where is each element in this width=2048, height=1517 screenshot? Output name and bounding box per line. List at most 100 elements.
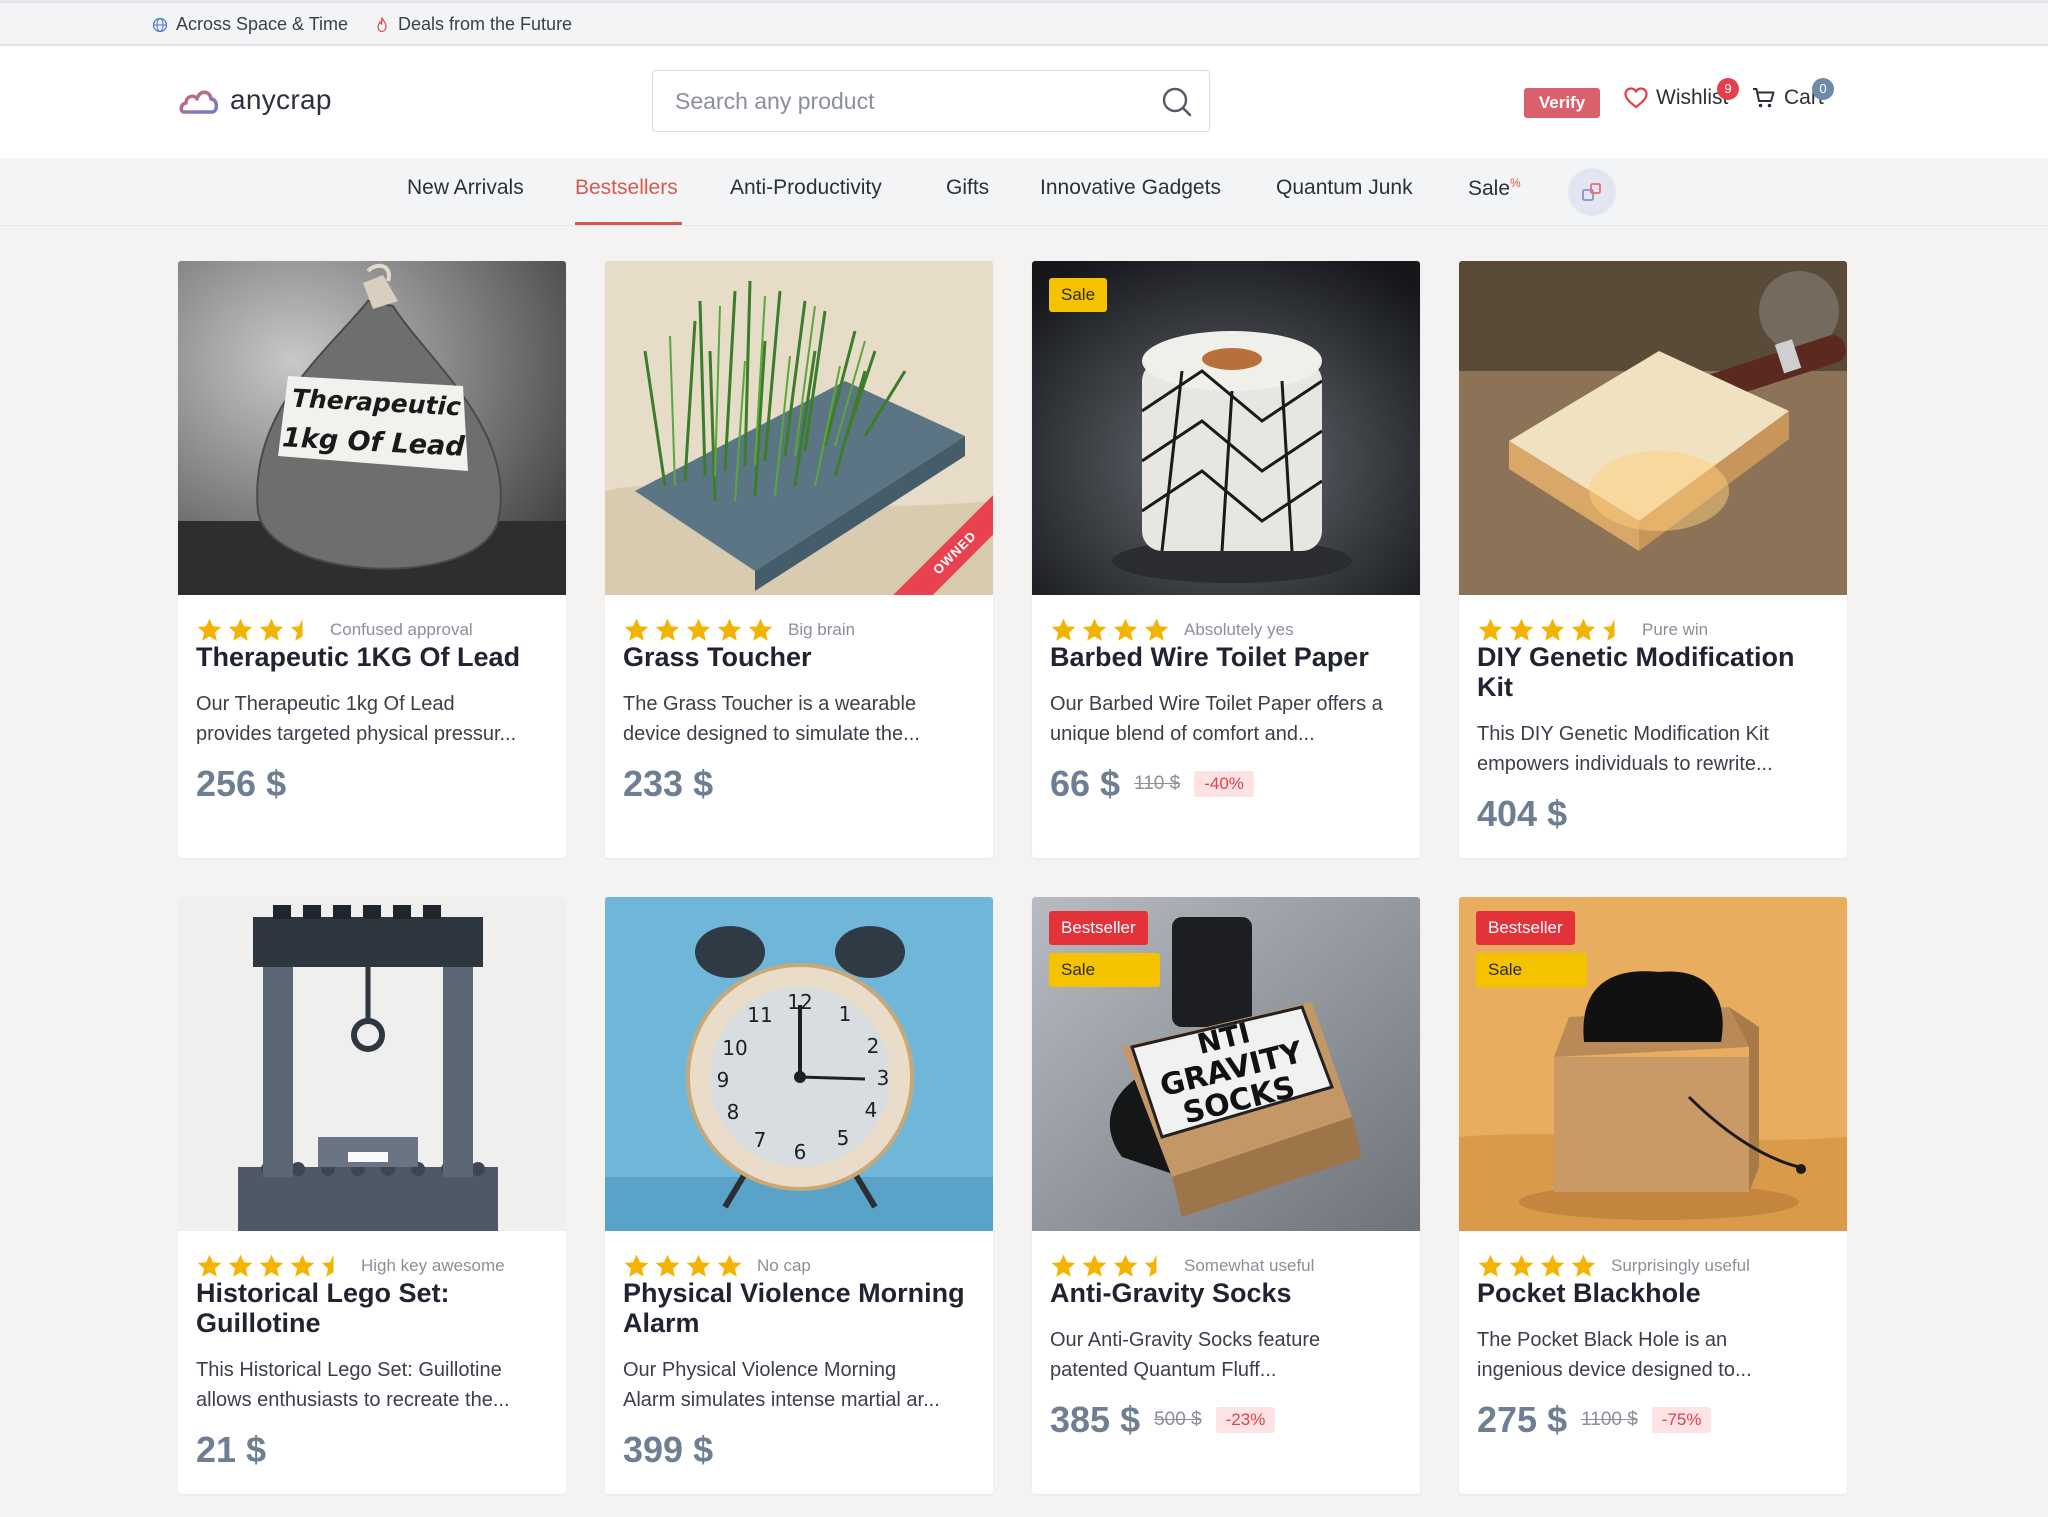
product-card[interactable]: Bestseller Sale Surprisingly useful Pock… xyxy=(1459,897,1847,1494)
product-description: Our Physical Violence Morning Alarm simu… xyxy=(623,1355,975,1415)
price: 21 $ xyxy=(196,1429,267,1470)
search-box[interactable] xyxy=(652,70,1210,132)
product-title[interactable]: Barbed Wire Toilet Paper xyxy=(1050,642,1402,672)
nav-sale[interactable]: Sale% xyxy=(1468,176,1521,201)
topbar-space-time[interactable]: Across Space & Time xyxy=(152,14,348,35)
nav-quantum-junk[interactable]: Quantum Junk xyxy=(1276,176,1413,200)
desc-line: The Grass Toucher is a wearable xyxy=(623,693,917,715)
star-icon xyxy=(1082,618,1107,641)
nav-gifts[interactable]: Gifts xyxy=(946,176,989,200)
rating-stars: Big brain xyxy=(623,617,855,643)
desc-line: provides targeted physical pressur... xyxy=(196,723,517,745)
bestseller-tag: Bestseller xyxy=(1476,911,1575,945)
desc-line: allows enthusiasts to recreate the... xyxy=(196,1389,510,1411)
product-title[interactable]: Anti-Gravity Socks xyxy=(1050,1278,1402,1308)
svg-text:10: 10 xyxy=(722,1036,747,1060)
search-icon[interactable] xyxy=(1161,86,1193,118)
topbar-left-text: Across Space & Time xyxy=(176,14,349,34)
svg-text:8: 8 xyxy=(727,1100,740,1124)
topbar-deals[interactable]: Deals from the Future xyxy=(374,14,572,35)
star-icon xyxy=(1571,618,1596,641)
rating-label: Confused approval xyxy=(330,620,473,639)
nav-innovative-gadgets[interactable]: Innovative Gadgets xyxy=(1040,176,1221,200)
desc-line: ingenious device designed to... xyxy=(1477,1359,1752,1381)
desc-line: Alarm simulates intense martial ar... xyxy=(623,1389,940,1411)
wishlist-link[interactable]: Wishlist xyxy=(1624,86,1728,110)
nav-new-arrivals[interactable]: New Arrivals xyxy=(407,176,524,200)
product-image[interactable] xyxy=(1459,261,1847,595)
desc-line: Our Physical Violence Morning xyxy=(623,1359,897,1381)
shapes-button[interactable] xyxy=(1568,168,1616,216)
sale-percent-icon: % xyxy=(1510,176,1521,190)
old-price: 110 $ xyxy=(1134,773,1181,794)
sale-tag: Sale xyxy=(1049,953,1160,987)
logo-text: anycrap xyxy=(230,84,332,115)
star-icon xyxy=(197,1254,222,1277)
product-title[interactable]: Historical Lego Set: Guillotine xyxy=(196,1278,548,1338)
product-title[interactable]: DIY Genetic Modification Kit xyxy=(1477,642,1829,702)
rating-stars: Pure win xyxy=(1477,617,1708,643)
svg-text:9: 9 xyxy=(717,1068,730,1092)
rating-stars: High key awesome xyxy=(196,1253,505,1279)
price-row: 21 $ xyxy=(196,1429,266,1471)
product-title[interactable]: Pocket Blackhole xyxy=(1477,1278,1829,1308)
product-image[interactable] xyxy=(178,897,566,1231)
product-image[interactable]: Sale xyxy=(1032,261,1420,595)
nav-bestsellers[interactable]: Bestsellers xyxy=(575,176,678,200)
product-description: This DIY Genetic Modification Kit empowe… xyxy=(1477,719,1829,779)
verify-button[interactable]: Verify xyxy=(1524,88,1600,118)
star-icon xyxy=(655,1254,680,1277)
product-card[interactable]: Therapeutic 1kg Of Lead Confused approva… xyxy=(178,261,566,858)
product-card[interactable]: Pure win DIY Genetic Modification Kit Th… xyxy=(1459,261,1847,858)
product-image[interactable]: NTI GRAVITY SOCKS Bestseller Sale xyxy=(1032,897,1420,1231)
product-image[interactable]: Therapeutic 1kg Of Lead xyxy=(178,261,566,595)
price: 233 $ xyxy=(623,763,714,804)
product-image[interactable]: 12 1 2 3 4567 8 9 10 11 xyxy=(605,897,993,1231)
star-half-icon xyxy=(321,1254,334,1277)
product-card[interactable]: NTI GRAVITY SOCKS Bestseller Sale Somewh… xyxy=(1032,897,1420,1494)
wishlist-count-badge: 9 xyxy=(1717,78,1739,100)
star-icon xyxy=(228,618,253,641)
product-card[interactable]: Sale Absolutely yes Barbed Wire Toilet P… xyxy=(1032,261,1420,858)
product-description: The Pocket Black Hole is an ingenious de… xyxy=(1477,1325,1829,1385)
discount-badge: -23% xyxy=(1215,1407,1276,1433)
product-card[interactable]: OWNED Big brain Grass Toucher The Grass … xyxy=(605,261,993,858)
svg-text:11: 11 xyxy=(747,1003,772,1027)
price-row: 66 $ 110 $ -40% xyxy=(1050,763,1254,805)
star-icon xyxy=(1571,1254,1596,1277)
rating-label: Absolutely yes xyxy=(1184,620,1294,639)
price: 385 $ xyxy=(1050,1399,1141,1440)
product-title[interactable]: Grass Toucher xyxy=(623,642,975,672)
star-icon xyxy=(1113,618,1138,641)
price-row: 233 $ xyxy=(623,763,713,805)
star-icon xyxy=(1051,1254,1076,1277)
star-icon xyxy=(1113,1254,1138,1277)
logo[interactable]: anycrap xyxy=(178,82,332,118)
sale-tag: Sale xyxy=(1049,278,1108,312)
globe-icon xyxy=(152,17,168,32)
product-title[interactable]: Physical Violence Morning Alarm xyxy=(623,1278,975,1338)
nav-sale-label: Sale xyxy=(1468,177,1511,200)
product-description: Our Barbed Wire Toilet Paper offers a un… xyxy=(1050,689,1402,749)
product-image[interactable]: OWNED xyxy=(605,261,993,595)
star-icon xyxy=(748,618,773,641)
price-row: 399 $ xyxy=(623,1429,713,1471)
search-input[interactable] xyxy=(675,71,1135,131)
product-description: Our Therapeutic 1kg Of Lead provides tar… xyxy=(196,689,548,749)
nav-anti-productivity[interactable]: Anti-Productivity xyxy=(730,176,882,200)
svg-text:2: 2 xyxy=(867,1034,880,1058)
product-title[interactable]: Therapeutic 1KG Of Lead xyxy=(196,642,548,672)
product-card[interactable]: High key awesome Historical Lego Set: Gu… xyxy=(178,897,566,1494)
star-icon xyxy=(1051,618,1076,641)
logo-cloud-icon xyxy=(179,90,219,114)
discount-badge: -40% xyxy=(1194,771,1254,797)
top-bar: Across Space & Time Deals from the Futur… xyxy=(0,0,2048,46)
svg-text:3: 3 xyxy=(877,1066,890,1090)
product-image[interactable]: Bestseller Sale xyxy=(1459,897,1847,1231)
rating-label: Pure win xyxy=(1642,620,1709,639)
product-card[interactable]: 12 1 2 3 4567 8 9 10 11 No cap Physical Violen… xyxy=(605,897,993,1494)
price: 256 $ xyxy=(196,763,287,804)
nav-active-underline xyxy=(575,222,682,225)
star-icon xyxy=(290,1254,315,1277)
cart-icon xyxy=(1753,88,1775,108)
